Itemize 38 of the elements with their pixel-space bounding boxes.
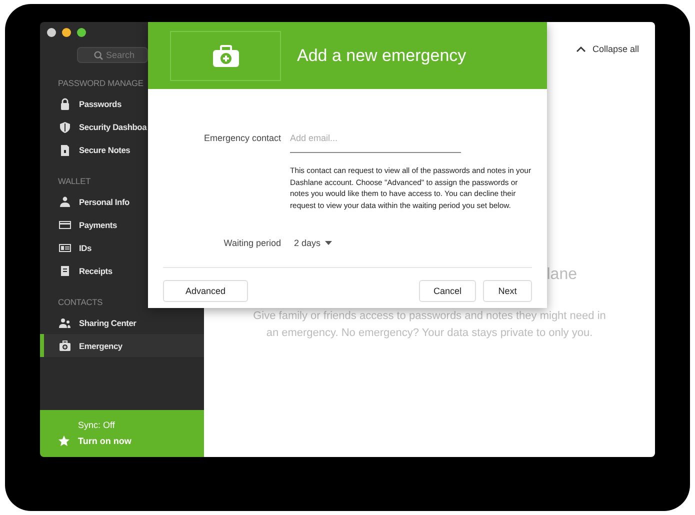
sidebar-item[interactable]: IDs	[40, 236, 147, 259]
id-card-icon	[59, 242, 71, 254]
dialog-button[interactable]: Next	[483, 280, 532, 302]
section-header: WALLET	[57, 175, 92, 188]
collapse-all-button[interactable]: Collapse all	[576, 44, 639, 54]
field-label: Waiting period	[222, 238, 281, 248]
person-icon	[59, 196, 71, 208]
lock-icon	[59, 98, 71, 110]
empty-state-description: Give family or friends access to passwords and notes they might need in an emergency. No emergency? Your data stays private to only you.	[252, 309, 607, 341]
empty-state-heading: lane	[546, 266, 577, 284]
sidebar-item[interactable]: Passwords	[40, 92, 147, 115]
waiting-period-dropdown[interactable]: 2 days	[290, 238, 332, 248]
first-aid-kit-icon	[59, 340, 71, 352]
chevron-up-icon	[576, 46, 586, 52]
sidebar-item[interactable]: Secure Notes	[40, 138, 147, 161]
sidebar-item[interactable]: Payments	[40, 213, 147, 236]
sidebar-item[interactable]: Emergency	[40, 334, 204, 357]
dialog-button[interactable]: Cancel	[419, 280, 476, 302]
email-field[interactable]: Add email...	[290, 133, 461, 153]
dialog-title: Add a new emergency	[297, 46, 466, 66]
people-icon	[59, 316, 71, 328]
star-icon	[58, 435, 70, 447]
search-icon	[94, 50, 103, 60]
shield-icon	[59, 120, 71, 132]
note-icon	[59, 144, 71, 156]
first-aid-kit-icon	[212, 44, 238, 66]
sync-status: Sync: Off	[77, 420, 116, 430]
field-label: Emergency contact	[202, 133, 281, 145]
sidebar-item[interactable]: Receipts	[40, 259, 147, 282]
caret-icon	[324, 241, 332, 245]
receipt-icon	[59, 264, 71, 276]
card-icon	[59, 218, 71, 230]
sidebar-item[interactable]: Sharing Center	[40, 311, 204, 334]
section-header: PASSWORD MANAGE	[57, 77, 144, 90]
sidebar-item[interactable]: Security Dashboa	[40, 115, 147, 138]
sidebar-item[interactable]: Personal Info	[40, 190, 147, 213]
search-placeholder: Search	[106, 50, 135, 60]
dialog-button[interactable]: Advanced	[163, 280, 248, 302]
